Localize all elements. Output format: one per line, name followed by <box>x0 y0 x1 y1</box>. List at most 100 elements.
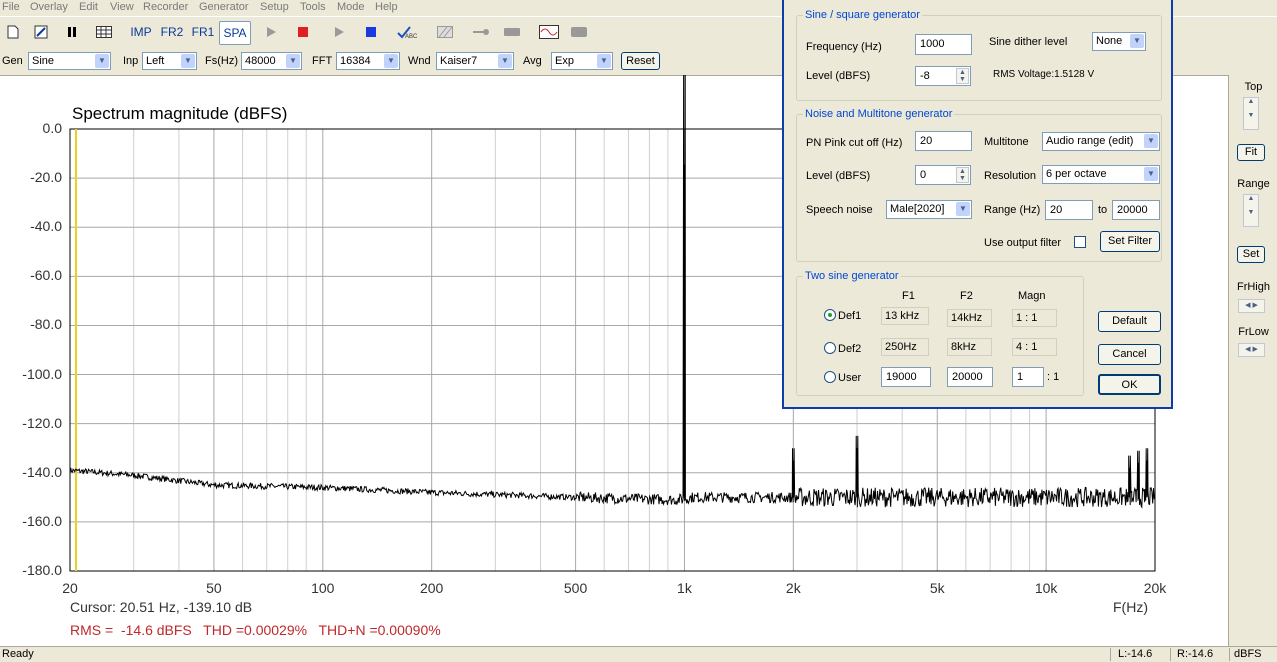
set-filter-button[interactable]: Set Filter <box>1100 231 1160 252</box>
gen-select[interactable]: Sine ▼ <box>28 52 111 70</box>
noise-level-spinner[interactable]: ▲ ▼ <box>956 167 969 183</box>
pink-cutoff-input[interactable]: 20 <box>915 131 972 151</box>
chevron-left-icon[interactable]: ◀ <box>1245 302 1250 309</box>
dither-select[interactable]: None ▼ <box>1092 32 1146 51</box>
output-filter-checkbox[interactable] <box>1074 236 1086 248</box>
user-f2-input[interactable]: 20000 <box>947 367 993 387</box>
def1-radio[interactable] <box>824 309 836 321</box>
dither-value: None <box>1096 35 1123 47</box>
menu-view[interactable]: View <box>110 1 134 13</box>
status-separator <box>1110 648 1111 661</box>
top-spinner[interactable]: ▲ ▼ <box>1243 97 1259 130</box>
x-tick-label: 20k <box>1143 580 1167 596</box>
mode-fr2-button[interactable]: FR2 <box>158 21 186 43</box>
table-icon[interactable] <box>93 21 115 43</box>
chevron-left-icon[interactable]: ◀ <box>1245 346 1250 353</box>
inp-select[interactable]: Left ▼ <box>142 52 197 70</box>
user-radio[interactable] <box>824 371 836 383</box>
window-icon[interactable] <box>568 21 590 43</box>
chevron-down-icon[interactable]: ▼ <box>1244 112 1258 119</box>
chevron-right-icon[interactable]: ▶ <box>1252 346 1257 353</box>
edit-icon[interactable] <box>31 21 51 43</box>
spell-check-icon[interactable]: ABC <box>395 21 419 43</box>
ok-button[interactable]: OK <box>1098 374 1161 395</box>
pause-icon[interactable] <box>62 21 82 43</box>
y-tick-label: 0.0 <box>42 120 62 136</box>
avg-label: Avg <box>523 55 542 67</box>
chevron-down-icon: ▼ <box>1130 34 1144 48</box>
menu-tools[interactable]: Tools <box>300 1 326 13</box>
menu-help[interactable]: Help <box>375 1 398 13</box>
chevron-down-icon: ▼ <box>286 54 300 68</box>
frequency-input[interactable]: 1000 <box>915 34 972 55</box>
stop-icon[interactable] <box>293 21 313 43</box>
frhigh-spinner[interactable]: ◀ ▶ <box>1238 299 1265 313</box>
def1-f1: 13 kHz <box>881 307 929 325</box>
user-magn-input[interactable]: 1 <box>1012 367 1044 387</box>
menu-generator[interactable]: Generator <box>199 1 249 13</box>
menu-overlay[interactable]: Overlay <box>30 1 68 13</box>
mode-fr1-button[interactable]: FR1 <box>189 21 217 43</box>
avg-value: Exp <box>555 55 574 67</box>
resolution-select[interactable]: 6 per octave ▼ <box>1042 165 1160 184</box>
y-tick-label: -160.0 <box>22 512 62 529</box>
play-generator-icon[interactable] <box>329 21 349 43</box>
sine-group: Sine / square generator <box>796 9 1162 101</box>
level-input[interactable]: -8 ▲ ▼ <box>915 66 971 86</box>
chevron-up-icon[interactable]: ▲ <box>957 69 968 76</box>
menu-file[interactable]: File <box>2 1 20 13</box>
stop-generator-icon[interactable] <box>361 21 381 43</box>
range-spinner[interactable]: ▲ ▼ <box>1243 194 1259 227</box>
mode-spa-button[interactable]: SPA <box>219 21 251 45</box>
play-icon[interactable] <box>261 21 281 43</box>
def2-radio[interactable] <box>824 342 836 354</box>
menu-setup[interactable]: Setup <box>260 1 289 13</box>
probe-icon[interactable] <box>470 21 492 43</box>
speech-noise-label: Speech noise <box>806 204 873 216</box>
menu-edit[interactable]: Edit <box>79 1 98 13</box>
chevron-right-icon[interactable]: ▶ <box>1252 302 1257 309</box>
user-magn-suffix: : 1 <box>1047 371 1060 383</box>
menu-mode[interactable]: Mode <box>337 1 365 13</box>
fs-select[interactable]: 48000 ▼ <box>241 52 302 70</box>
fft-select[interactable]: 16384 ▼ <box>336 52 400 70</box>
scope-icon[interactable] <box>537 21 561 43</box>
range-from-input[interactable]: 20 <box>1045 200 1093 220</box>
two-sine-group-title: Two sine generator <box>803 270 901 282</box>
user-f1-input[interactable]: 19000 <box>881 367 931 387</box>
set-button[interactable]: Set <box>1237 246 1265 263</box>
menu-recorder[interactable]: Recorder <box>143 1 188 13</box>
x-tick-label: 5k <box>929 580 945 596</box>
chevron-up-icon[interactable]: ▲ <box>1244 195 1258 202</box>
chevron-down-icon[interactable]: ▼ <box>957 175 968 182</box>
noise-level-input[interactable]: 0 ▲ ▼ <box>915 165 971 185</box>
reset-button[interactable]: Reset <box>621 52 660 70</box>
status-left-level: L:-14.6 <box>1118 648 1153 660</box>
noise-level-value: 0 <box>920 169 927 181</box>
avg-select[interactable]: Exp ▼ <box>551 52 613 70</box>
frlow-spinner[interactable]: ◀ ▶ <box>1238 343 1265 357</box>
fit-button[interactable]: Fit <box>1237 144 1265 161</box>
chevron-down-icon[interactable]: ▼ <box>1244 209 1258 216</box>
cancel-button[interactable]: Cancel <box>1098 344 1161 365</box>
fs-value: 48000 <box>245 55 276 67</box>
level-spinner[interactable]: ▲ ▼ <box>956 68 969 84</box>
mode-imp-button[interactable]: IMP <box>128 21 154 43</box>
resolution-value: 6 per octave <box>1046 168 1107 180</box>
wnd-select[interactable]: Kaiser7 ▼ <box>436 52 514 70</box>
chevron-up-icon[interactable]: ▲ <box>1244 98 1258 105</box>
chevron-down-icon: ▼ <box>956 202 970 216</box>
generator-dialog: Sine / square generator Frequency (Hz) 1… <box>782 0 1173 409</box>
y-tick-label: -60.0 <box>30 267 62 284</box>
chevron-down-icon[interactable]: ▼ <box>957 76 968 83</box>
chevron-up-icon[interactable]: ▲ <box>957 168 968 175</box>
multitone-select[interactable]: Audio range (edit) ▼ <box>1042 132 1160 151</box>
wnd-value: Kaiser7 <box>440 55 478 67</box>
speech-noise-select[interactable]: Male[2020] ▼ <box>886 200 972 219</box>
hatch-icon[interactable] <box>434 21 456 43</box>
default-button[interactable]: Default <box>1098 311 1161 332</box>
device-icon[interactable] <box>501 21 523 43</box>
measurement-readout: RMS = -14.6 dBFS THD =0.00029% THD+N =0.… <box>70 622 441 638</box>
range-to-input[interactable]: 20000 <box>1112 200 1160 220</box>
new-file-icon[interactable] <box>3 21 23 43</box>
